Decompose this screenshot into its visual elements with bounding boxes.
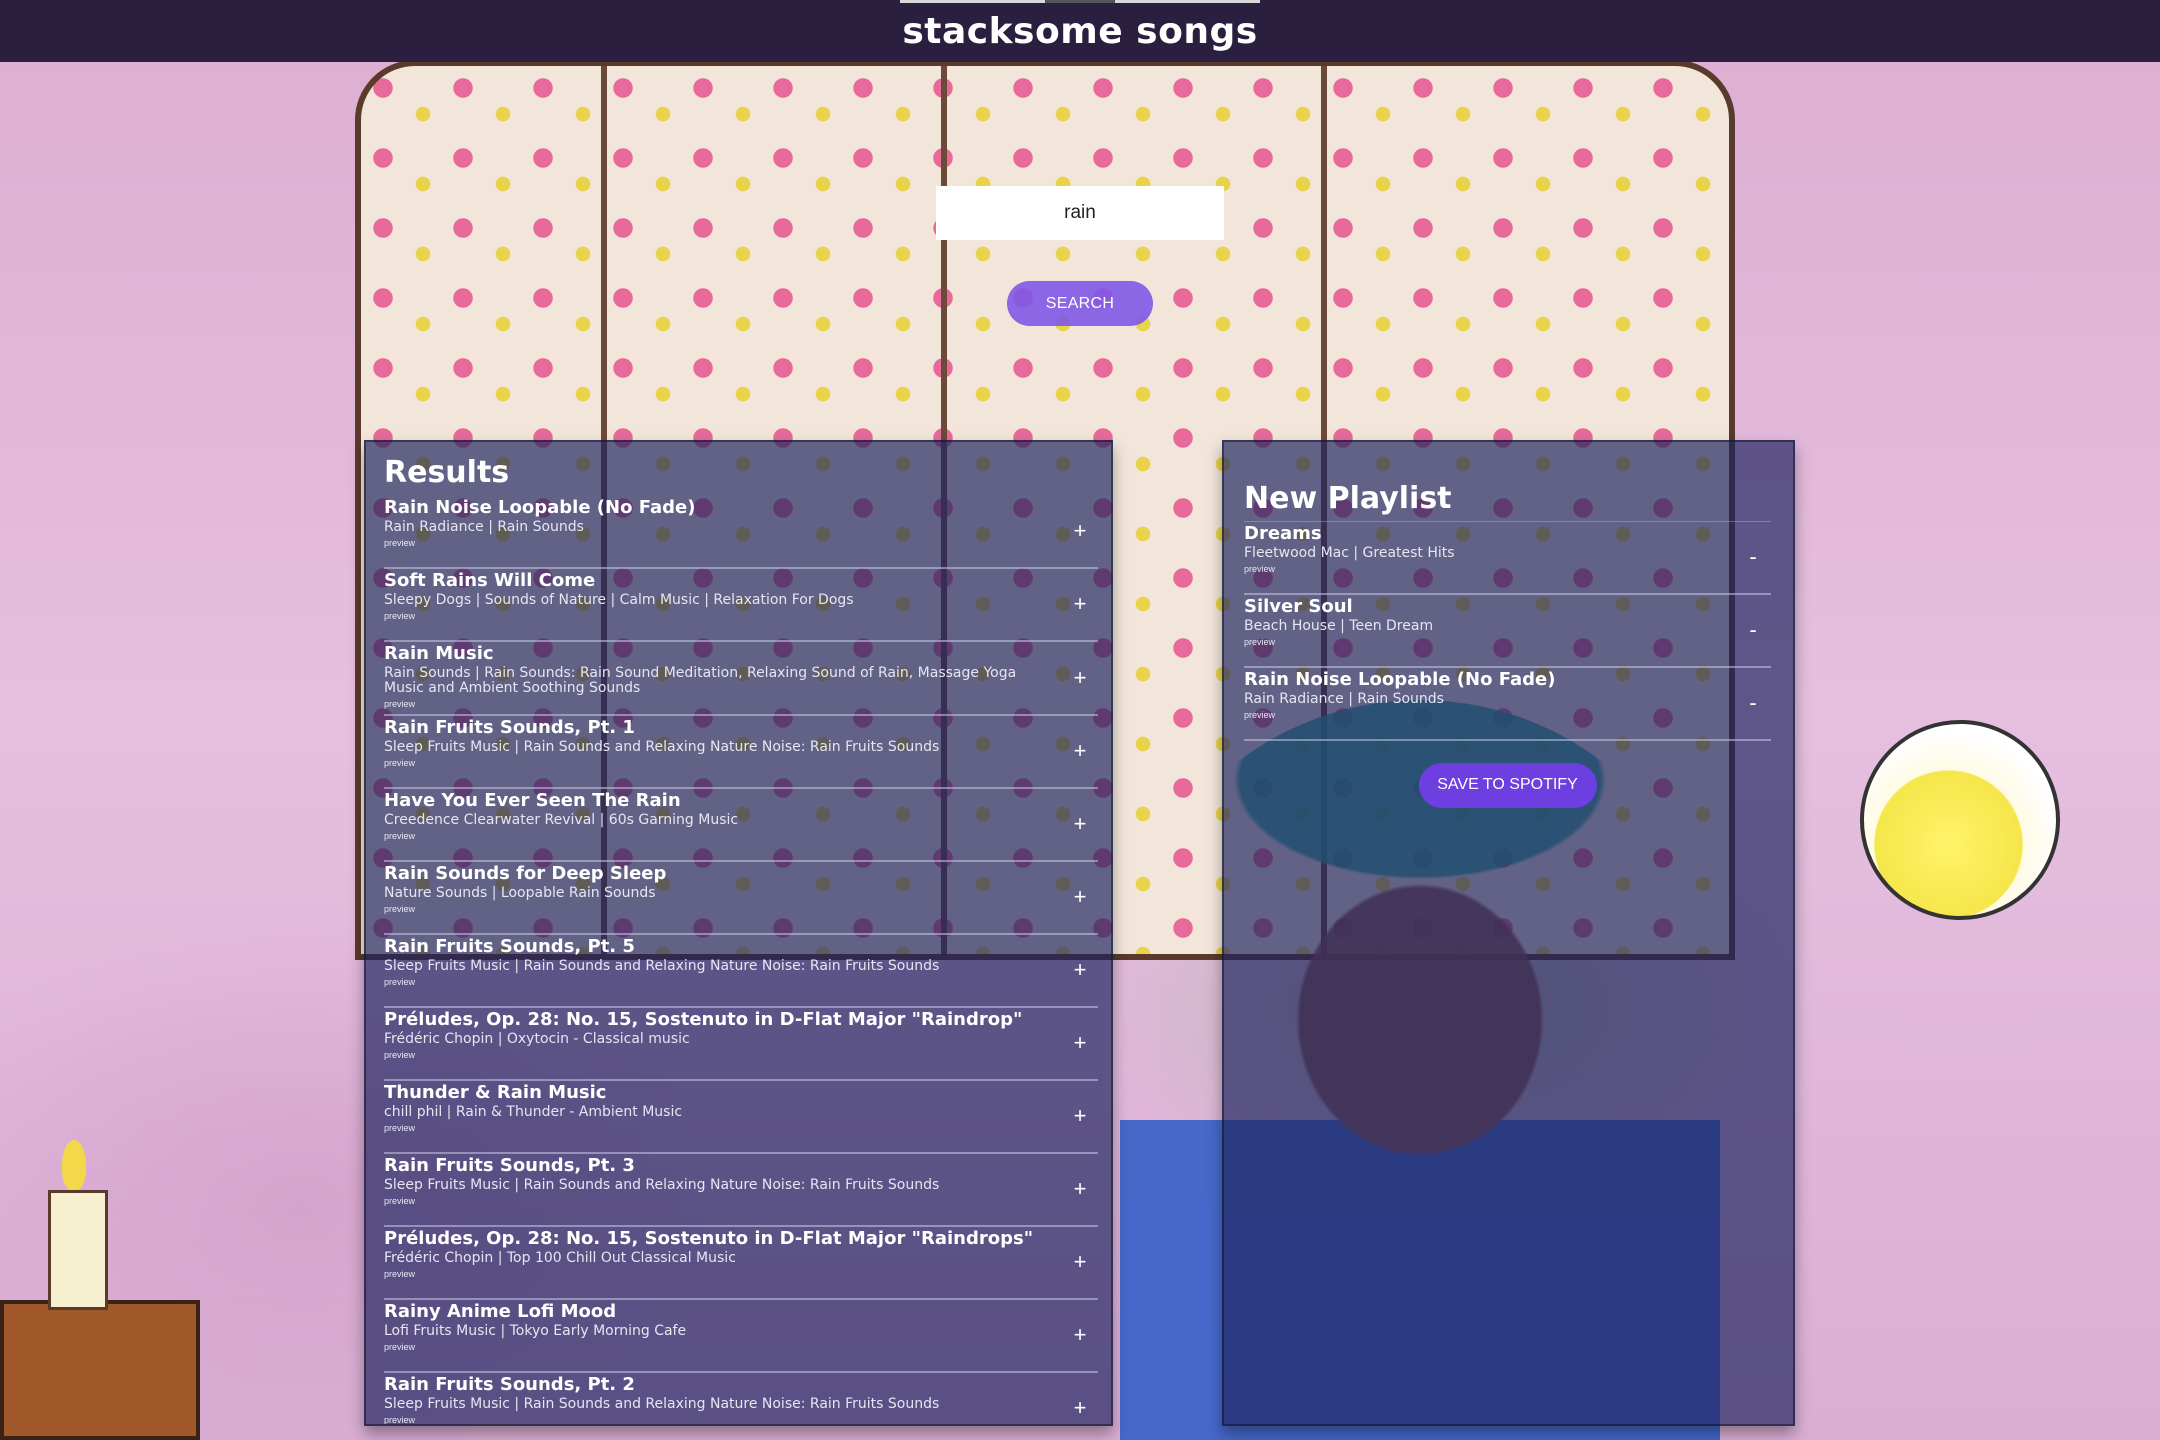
remove-track-button[interactable]: - xyxy=(1741,690,1765,716)
track-artist-album: Rain Radiance | Rain Sounds xyxy=(384,518,584,535)
track-artist-album: Nature Sounds | Loopable Rain Sounds xyxy=(384,884,656,901)
results-title: Results xyxy=(384,455,510,490)
track-preview-link[interactable]: preview xyxy=(384,903,1048,915)
track-row: Rain Noise Loopable (No Fade) Rain Radian… xyxy=(384,496,1098,569)
track-preview-link[interactable]: preview xyxy=(384,976,1048,988)
track-row: Rain Fruits Sounds, Pt. 3 Sleep Fruits Mu… xyxy=(384,1154,1098,1227)
track-artist-album: Beach House | Teen Dream xyxy=(1244,617,1434,634)
add-track-button[interactable]: + xyxy=(1068,884,1092,910)
track-name: Préludes, Op. 28: No. 15, Sostenuto in D… xyxy=(384,1227,1034,1249)
track-artist-album: Sleep Fruits Music | Rain Sounds and Rel… xyxy=(384,1395,940,1412)
track-name: Have You Ever Seen The Rain xyxy=(384,789,681,811)
top-accent-line-dark xyxy=(1045,0,1115,3)
track-artist-album: Rain Radiance | Rain Sounds xyxy=(1244,690,1444,707)
track-preview-link[interactable]: preview xyxy=(384,1122,1048,1134)
track-name: Rain Noise Loopable (No Fade) xyxy=(1244,668,1556,690)
add-track-button[interactable]: + xyxy=(1068,811,1092,837)
track-row: Rain Fruits Sounds, Pt. 1 Sleep Fruits Mu… xyxy=(384,716,1098,789)
track-row: Rain Fruits Sounds, Pt. 2 Sleep Fruits Mu… xyxy=(384,1373,1098,1425)
track-name: Dreams xyxy=(1244,522,1322,544)
add-track-button[interactable]: + xyxy=(1068,1176,1092,1202)
table-art xyxy=(0,1300,200,1440)
track-artist-album: Sleepy Dogs | Sounds of Nature | Calm Mu… xyxy=(384,591,854,608)
track-row: Rain Sounds for Deep Sleep Nature Sounds … xyxy=(384,862,1098,935)
add-track-button[interactable]: + xyxy=(1068,957,1092,983)
track-artist-album: Lofi Fruits Music | Tokyo Early Morning … xyxy=(384,1322,687,1339)
track-row: Dreams Fleetwood Mac | Greatest Hits previ… xyxy=(1244,522,1771,595)
track-preview-link[interactable]: preview xyxy=(384,698,1048,710)
playlist-title: New Playlist xyxy=(1244,481,1452,516)
track-row: Thunder & Rain Music chill phil | Rain & … xyxy=(384,1081,1098,1154)
add-track-button[interactable]: + xyxy=(1068,665,1092,691)
track-row: Rain Fruits Sounds, Pt. 5 Sleep Fruits Mu… xyxy=(384,935,1098,1008)
track-name: Rain Fruits Sounds, Pt. 1 xyxy=(384,716,635,738)
track-name: Rain Fruits Sounds, Pt. 3 xyxy=(384,1154,635,1176)
track-preview-link[interactable]: preview xyxy=(1244,563,1721,575)
track-row: Soft Rains Will Come Sleepy Dogs | Sounds… xyxy=(384,569,1098,642)
add-track-button[interactable]: + xyxy=(1068,1249,1092,1275)
add-track-button[interactable]: + xyxy=(1068,1103,1092,1129)
track-preview-link[interactable]: preview xyxy=(1244,709,1721,721)
track-name: Rain Music xyxy=(384,642,494,664)
track-preview-link[interactable]: preview xyxy=(384,537,1048,549)
add-track-button[interactable]: + xyxy=(1068,1395,1092,1421)
track-name: Rain Fruits Sounds, Pt. 2 xyxy=(384,1373,635,1395)
track-artist-album: Rain Sounds | Rain Sounds: Rain Sound Me… xyxy=(384,664,1017,696)
track-preview-link[interactable]: preview xyxy=(384,830,1048,842)
track-preview-link[interactable]: preview xyxy=(384,1049,1048,1061)
track-row: Rainy Anime Lofi Mood Lofi Fruits Music |… xyxy=(384,1300,1098,1373)
track-artist-album: Creedence Clearwater Revival | 60s Garni… xyxy=(384,811,739,828)
flame-art xyxy=(62,1140,86,1190)
results-list: Rain Noise Loopable (No Fade) Rain Radian… xyxy=(384,496,1098,1424)
track-name: Silver Soul xyxy=(1244,595,1353,617)
add-track-button[interactable]: + xyxy=(1068,1030,1092,1056)
track-artist-album: chill phil | Rain & Thunder - Ambient Mu… xyxy=(384,1103,683,1120)
track-name: Rain Sounds for Deep Sleep xyxy=(384,862,667,884)
track-name: Soft Rains Will Come xyxy=(384,569,596,591)
track-preview-link[interactable]: preview xyxy=(384,610,1048,622)
track-row: Have You Ever Seen The Rain Creedence Cle… xyxy=(384,789,1098,862)
playlist-panel: New Playlist Dreams Fleetwood Mac | Great… xyxy=(1222,440,1795,1426)
track-artist-album: Sleep Fruits Music | Rain Sounds and Rel… xyxy=(384,1176,940,1193)
track-name: Rainy Anime Lofi Mood xyxy=(384,1300,617,1322)
track-artist-album: Sleep Fruits Music | Rain Sounds and Rel… xyxy=(384,738,940,755)
track-preview-link[interactable]: preview xyxy=(384,1341,1048,1353)
track-preview-link[interactable]: preview xyxy=(384,757,1048,769)
top-bar: stacksome songs xyxy=(0,0,2160,62)
candle-art xyxy=(48,1190,108,1310)
track-preview-link[interactable]: preview xyxy=(384,1195,1048,1207)
track-preview-link[interactable]: preview xyxy=(384,1414,1048,1425)
track-artist-album: Frédéric Chopin | Top 100 Chill Out Clas… xyxy=(384,1249,736,1266)
add-track-button[interactable]: + xyxy=(1068,518,1092,544)
track-preview-link[interactable]: preview xyxy=(1244,636,1721,648)
add-track-button[interactable]: + xyxy=(1068,591,1092,617)
track-name: Rain Fruits Sounds, Pt. 5 xyxy=(384,935,635,957)
save-to-spotify-button[interactable]: SAVE TO SPOTIFY xyxy=(1418,762,1597,808)
track-artist-album: Fleetwood Mac | Greatest Hits xyxy=(1244,544,1455,561)
search-button[interactable]: SEARCH xyxy=(1007,281,1153,326)
playlist-list: Dreams Fleetwood Mac | Greatest Hits previ… xyxy=(1244,520,1771,741)
track-artist-album: Frédéric Chopin | Oxytocin - Classical m… xyxy=(384,1030,690,1047)
track-name: Thunder & Rain Music xyxy=(384,1081,607,1103)
results-panel: Results Rain Noise Loopable (No Fade) Rai… xyxy=(364,440,1113,1426)
app-title: stacksome songs xyxy=(902,10,1258,52)
search-input[interactable] xyxy=(936,186,1224,240)
add-track-button[interactable]: + xyxy=(1068,1322,1092,1348)
track-row: Silver Soul Beach House | Teen Dream previ… xyxy=(1244,595,1771,668)
track-row: Rain Noise Loopable (No Fade) Rain Radian… xyxy=(1244,668,1771,741)
track-row: Rain Music Rain Sounds | Rain Sounds: Rai… xyxy=(384,642,1098,716)
track-name: Rain Noise Loopable (No Fade) xyxy=(384,496,696,518)
track-row: Préludes, Op. 28: No. 15, Sostenuto in D… xyxy=(384,1227,1098,1300)
remove-track-button[interactable]: - xyxy=(1741,544,1765,570)
lamp-art xyxy=(1831,691,2089,949)
track-preview-link[interactable]: preview xyxy=(384,1268,1048,1280)
remove-track-button[interactable]: - xyxy=(1741,617,1765,643)
add-track-button[interactable]: + xyxy=(1068,738,1092,764)
track-row: Préludes, Op. 28: No. 15, Sostenuto in D… xyxy=(384,1008,1098,1081)
track-artist-album: Sleep Fruits Music | Rain Sounds and Rel… xyxy=(384,957,940,974)
track-name: Préludes, Op. 28: No. 15, Sostenuto in D… xyxy=(384,1008,1023,1030)
